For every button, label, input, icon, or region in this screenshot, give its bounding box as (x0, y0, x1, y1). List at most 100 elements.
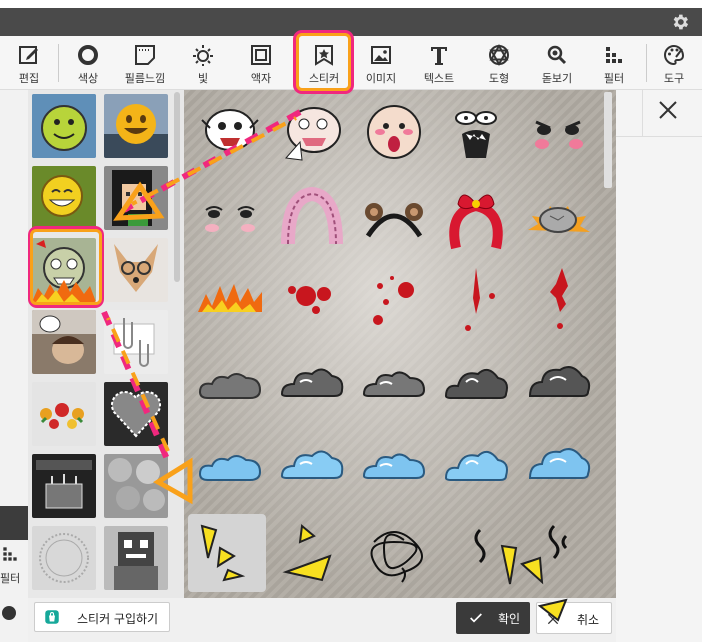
tool-magnifier[interactable]: 돋보기 (528, 36, 586, 90)
left-rail-color-dot[interactable] (2, 606, 16, 620)
smiley-thumbsup-image (32, 166, 96, 230)
category-thumb[interactable] (32, 166, 96, 230)
category-thumb[interactable] (104, 94, 168, 158)
tool-label: 편집 (18, 72, 40, 85)
tool-label: 도구 (663, 72, 685, 85)
sun-icon (193, 45, 213, 66)
sticker-blood-splat-2[interactable] (358, 266, 430, 332)
right-pane-divider (642, 90, 643, 136)
tool-label: 필터 (603, 72, 625, 85)
sticker-blue-cloud-1[interactable] (194, 434, 266, 500)
sticker-squiggle-lines[interactable] (460, 520, 580, 586)
sticker-bald-blush-face[interactable] (358, 100, 430, 166)
sticker-blood-splat-1[interactable] (276, 266, 348, 332)
confirm-label: 확인 (498, 612, 521, 626)
sticker-blue-cloud-4[interactable] (440, 434, 512, 500)
sticker-gray-cloud-1[interactable] (194, 352, 266, 418)
shopping-bag-icon (45, 610, 59, 624)
cancel-label: 취소 (577, 613, 600, 627)
category-list-scrollbar[interactable] (174, 92, 180, 282)
right-pane (616, 90, 702, 642)
sad-boy-image (32, 310, 96, 374)
category-thumb[interactable] (104, 454, 168, 518)
sticker-yellow-shards-2[interactable] (276, 520, 348, 586)
pixel-girl-image (104, 166, 168, 230)
gray-balls-image (104, 454, 168, 518)
right-pane-line (616, 136, 702, 137)
sticker-blood-drip-2[interactable] (522, 266, 594, 332)
tool-shape[interactable]: 도형 (470, 36, 528, 90)
tool-color[interactable]: 색상 (59, 36, 117, 90)
sticker-scribble-ball[interactable] (358, 520, 430, 586)
sticker-blue-cloud-3[interactable] (358, 434, 430, 500)
left-rail-filter-label[interactable]: 필터 (0, 570, 20, 586)
sticker-blue-cloud-5[interactable] (522, 434, 594, 500)
tool-film[interactable]: 필름느낌 (116, 36, 174, 90)
filter-icon[interactable] (0, 544, 20, 564)
sticker-gray-cloud-4[interactable] (440, 352, 512, 418)
frame-icon (251, 45, 271, 65)
magnifier-icon (547, 45, 567, 65)
sticker-red-ribbon-band[interactable] (440, 186, 512, 252)
sticker-blue-cloud-2[interactable] (276, 434, 348, 500)
sticker-blush-eyes[interactable] (194, 186, 266, 252)
check-icon (470, 613, 482, 623)
chihuahua-image (104, 238, 168, 302)
tool-light[interactable]: 빛 (174, 36, 232, 90)
edit-icon (19, 46, 38, 64)
category-thumb[interactable] (32, 94, 96, 158)
sticker-bear-ears-band[interactable] (358, 186, 430, 252)
category-thumb[interactable] (32, 454, 96, 518)
settings-gear-icon[interactable] (670, 12, 690, 32)
tool-tools[interactable]: 도구 (646, 36, 702, 90)
selected-category-highlight-inner (30, 229, 102, 305)
left-rail-dark-block (0, 506, 28, 540)
tool-label: 이미지 (365, 72, 397, 85)
heart-frame-image (104, 382, 168, 446)
category-thumb[interactable] (32, 382, 96, 446)
round-stamp-image (32, 526, 96, 590)
category-thumb[interactable] (104, 166, 168, 230)
sticker-grid-scrollbar[interactable] (604, 92, 612, 188)
sticker-blush-eyes-dark[interactable] (522, 100, 594, 166)
category-thumb[interactable] (104, 310, 168, 374)
color-circle-icon (78, 45, 98, 65)
roses-image (32, 382, 96, 446)
tool-label: 빛 (197, 72, 209, 85)
category-thumb[interactable] (32, 526, 96, 590)
category-thumb[interactable] (32, 310, 96, 374)
sticker-blood-drip-1[interactable] (440, 266, 512, 332)
tool-label: 필름느낌 (124, 72, 166, 85)
tool-edit[interactable]: 편집 (0, 36, 58, 90)
sticker-crying-face-1[interactable] (194, 100, 266, 166)
tool-label: 돋보기 (541, 72, 573, 85)
sticker-screaming-face[interactable] (440, 100, 512, 166)
pixel-robot-image (104, 526, 168, 590)
top-strip (0, 0, 702, 8)
sticker-category-list (28, 90, 184, 598)
sticker-rock-explosion[interactable] (522, 186, 594, 252)
close-icon[interactable] (656, 98, 680, 122)
tool-label: 색상 (77, 72, 99, 85)
tool-frame[interactable]: 액자 (232, 36, 290, 90)
tool-filter[interactable]: 필터 (585, 36, 643, 90)
sticker-crying-face-2[interactable] (276, 100, 348, 166)
category-thumb[interactable] (104, 382, 168, 446)
tool-image[interactable]: 이미지 (352, 36, 410, 90)
birthday-cake-image (32, 454, 96, 518)
category-thumb[interactable] (104, 238, 168, 302)
sticker-gray-cloud-3[interactable] (358, 352, 430, 418)
sticker-gray-cloud-2[interactable] (276, 352, 348, 418)
category-thumb[interactable] (104, 526, 168, 590)
sticker-yellow-shards-1[interactable] (192, 520, 264, 586)
sticker-pink-ruffle-band[interactable] (276, 186, 348, 252)
tool-label: 도형 (488, 72, 510, 85)
tool-text[interactable]: 텍스트 (410, 36, 468, 90)
cancel-button[interactable]: 취소 (536, 602, 612, 634)
buy-sticker-button[interactable]: 스티커 구입하기 (34, 602, 170, 632)
sticker-gray-cloud-5[interactable] (522, 352, 594, 418)
tool-label: 텍스트 (423, 72, 455, 85)
confirm-button[interactable]: 확인 (456, 602, 530, 634)
shape-icon (489, 44, 509, 66)
sticker-fire[interactable] (194, 266, 266, 332)
